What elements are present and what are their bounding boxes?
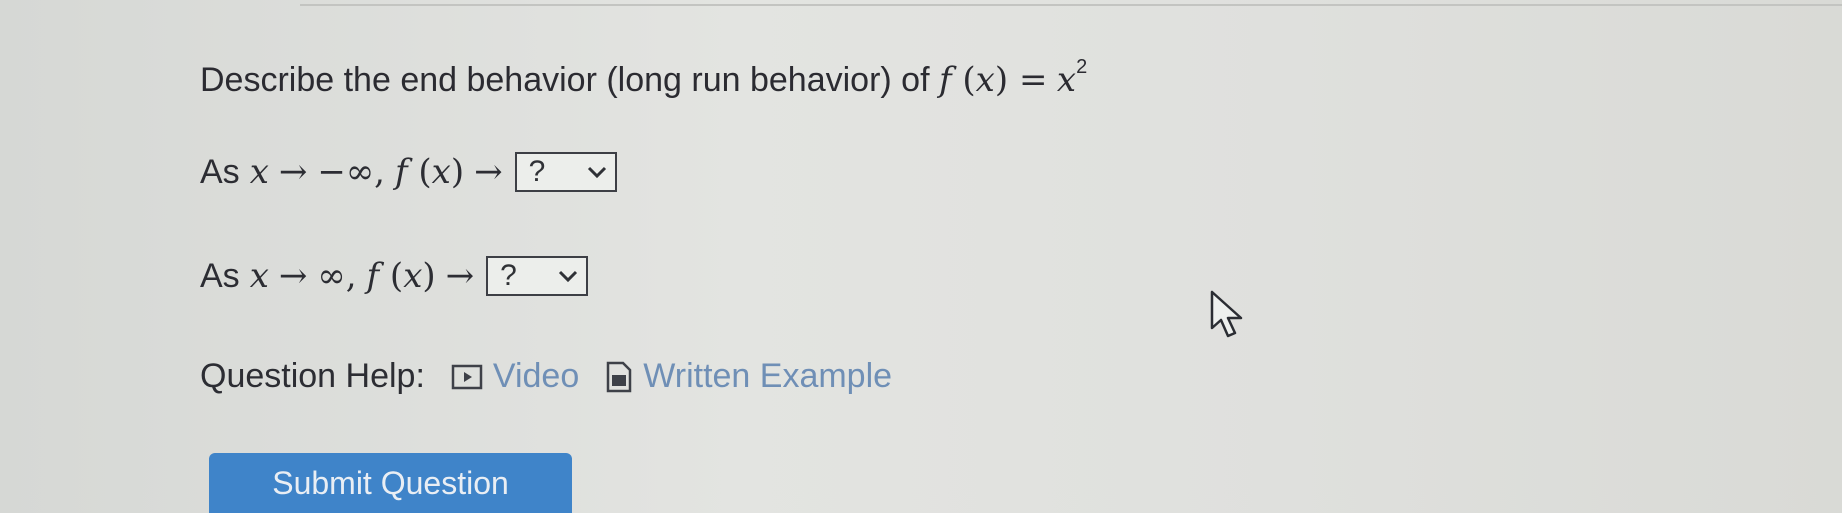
row-arrow: →	[278, 152, 308, 192]
video-link[interactable]: Video	[451, 357, 579, 396]
row-function: f	[395, 152, 408, 192]
function-variable: x	[975, 60, 995, 100]
row-function-variable: x	[403, 256, 423, 296]
video-link-label: Video	[492, 357, 580, 395]
video-icon	[451, 364, 483, 389]
top-divider	[300, 4, 1842, 6]
row-limit: −∞,	[317, 152, 385, 192]
chevron-down-icon	[559, 270, 578, 283]
row-function: f	[366, 256, 380, 296]
limit-dropdown-positive[interactable]: ?	[486, 256, 589, 296]
question-help: Question Help: Video Written Example	[200, 357, 892, 396]
row-prefix: As	[200, 256, 240, 295]
question-prompt: Describe the end behavior (long run beha…	[200, 61, 930, 99]
equals-sign: =	[1018, 60, 1048, 100]
row-variable: x	[249, 152, 269, 192]
question-help-label: Question Help:	[200, 357, 425, 395]
submit-label: Submit Question	[272, 465, 509, 501]
dropdown-value: ?	[528, 155, 546, 188]
row-arrow-2: →	[474, 152, 503, 192]
submit-question-button[interactable]: Submit Question	[209, 453, 572, 513]
mouse-cursor-icon	[1210, 290, 1243, 338]
row-arrow: →	[278, 256, 308, 296]
row-arrow-2: →	[445, 256, 475, 296]
function-base: x	[1056, 60, 1077, 100]
row-function-variable: x	[431, 152, 451, 192]
end-behavior-row-negative: As x → −∞, f (x) → ?	[200, 152, 617, 192]
chevron-down-icon	[587, 166, 606, 179]
written-example-link[interactable]: Written Example	[605, 357, 892, 396]
row-prefix: As	[200, 152, 240, 191]
document-icon	[607, 361, 632, 392]
end-behavior-row-positive: As x → ∞, f (x) → ?	[200, 256, 589, 296]
dropdown-value: ?	[500, 259, 517, 292]
row-variable: x	[249, 256, 269, 296]
function-exponent: 2	[1076, 56, 1088, 78]
function-name: f	[939, 60, 952, 100]
written-example-label: Written Example	[643, 357, 893, 395]
row-limit: ∞,	[317, 256, 357, 296]
limit-dropdown-negative[interactable]: ?	[514, 152, 617, 192]
question-text: Describe the end behavior (long run beha…	[200, 56, 1088, 100]
